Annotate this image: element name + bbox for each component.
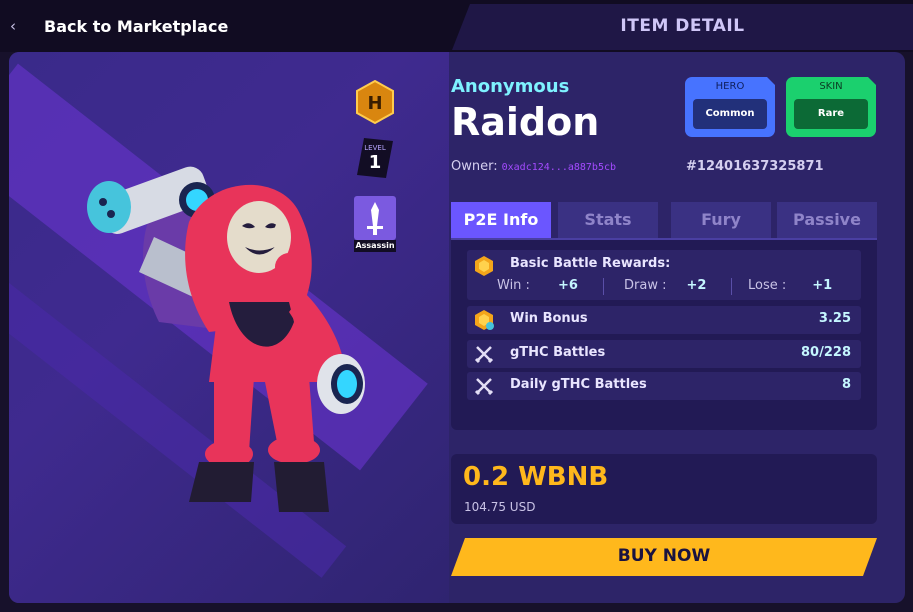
tab-passive[interactable]: Passive (777, 202, 877, 238)
crossed-swords-icon (474, 346, 494, 364)
divider (603, 278, 604, 295)
token-id: #12401637325871 (686, 159, 824, 174)
win-bonus-row: Win Bonus 3.25 (467, 306, 861, 334)
info-tabs: P2E Info Stats Fury Passive (451, 202, 877, 240)
crossed-swords-icon (474, 378, 494, 396)
draw-reward: Draw : +2 (624, 278, 706, 293)
daily-gthc-battles-row: Daily gTHC Battles 8 (467, 372, 861, 400)
page-title: ITEM DETAIL (620, 16, 745, 36)
character-art-area: H LEVEL 1 Assassin (9, 52, 449, 603)
item-detail-panel: H LEVEL 1 Assassin Anonymous Raidon Owne… (9, 52, 905, 603)
rarity-letter: H (367, 93, 382, 114)
win-label: Win : (497, 278, 530, 293)
rarity-badge: H (355, 79, 395, 125)
item-subtitle: Anonymous (451, 76, 570, 97)
chevron-left-icon: ‹ (10, 17, 16, 35)
hero-tag: HERO Common (685, 77, 775, 137)
gthc-battles-row: gTHC Battles 80/228 (467, 340, 861, 368)
item-detail-header: ITEM DETAIL (452, 4, 913, 50)
price-box: 0.2 WBNB 104.75 USD (451, 454, 877, 524)
coin-icon (475, 256, 493, 276)
hero-tag-label: HERO (715, 81, 745, 92)
hexagon-icon: H (356, 79, 394, 125)
lose-label: Lose : (748, 278, 787, 293)
p2e-info-panel: Basic Battle Rewards: Win : +6 Draw : +2 L… (451, 240, 877, 430)
back-to-marketplace-link[interactable]: ‹ Back to Marketplace (10, 12, 228, 40)
class-badge: Assassin (354, 196, 396, 252)
tab-fury[interactable]: Fury (671, 202, 771, 238)
daily-gthc-battles-value: 8 (841, 377, 851, 392)
win-bonus-value: 3.25 (818, 311, 851, 326)
buy-now-button[interactable]: BUY NOW (451, 538, 877, 576)
class-label: Assassin (355, 241, 395, 250)
skin-tag-value: Rare (794, 99, 868, 129)
top-bar: ‹ Back to Marketplace ITEM DETAIL (0, 0, 913, 52)
hero-tag-value: Common (693, 99, 767, 129)
back-label: Back to Marketplace (44, 16, 229, 36)
level-value: 1 (368, 152, 382, 173)
level-badge: LEVEL 1 (356, 137, 394, 179)
skin-tag: SKIN Rare (786, 77, 876, 137)
gthc-battles-value: 80/228 (801, 345, 851, 360)
price-usd: 104.75 USD (464, 500, 536, 514)
lose-value: +1 (812, 278, 833, 293)
coin-plus-icon (475, 310, 494, 330)
win-value: +6 (557, 278, 578, 293)
daily-gthc-battles-label: Daily gTHC Battles (510, 377, 647, 392)
skin-tag-label: SKIN (819, 81, 843, 92)
lose-reward: Lose : +1 (748, 278, 832, 293)
draw-label: Draw : (624, 278, 667, 293)
gthc-battles-label: gTHC Battles (510, 345, 606, 360)
draw-value: +2 (686, 278, 707, 293)
owner-address-link[interactable]: 0xadc124...a887b5cb (502, 162, 616, 173)
level-label: LEVEL (364, 144, 386, 152)
buy-now-label: BUY NOW (617, 546, 711, 566)
item-name: Raidon (451, 100, 600, 144)
owner-info: Owner: 0xadc124...a887b5cb (451, 159, 616, 174)
basic-battle-rewards-row: Basic Battle Rewards: Win : +6 Draw : +2 L… (467, 250, 861, 300)
tab-stats[interactable]: Stats (558, 202, 658, 238)
owner-label: Owner: (451, 159, 498, 174)
divider (731, 278, 732, 295)
character-illustration (87, 166, 365, 512)
win-reward: Win : +6 (497, 278, 578, 293)
basic-battle-rewards-label: Basic Battle Rewards: (510, 256, 671, 271)
win-bonus-label: Win Bonus (510, 311, 588, 326)
tab-p2e-info[interactable]: P2E Info (451, 202, 551, 238)
price-amount: 0.2 WBNB (463, 462, 609, 492)
